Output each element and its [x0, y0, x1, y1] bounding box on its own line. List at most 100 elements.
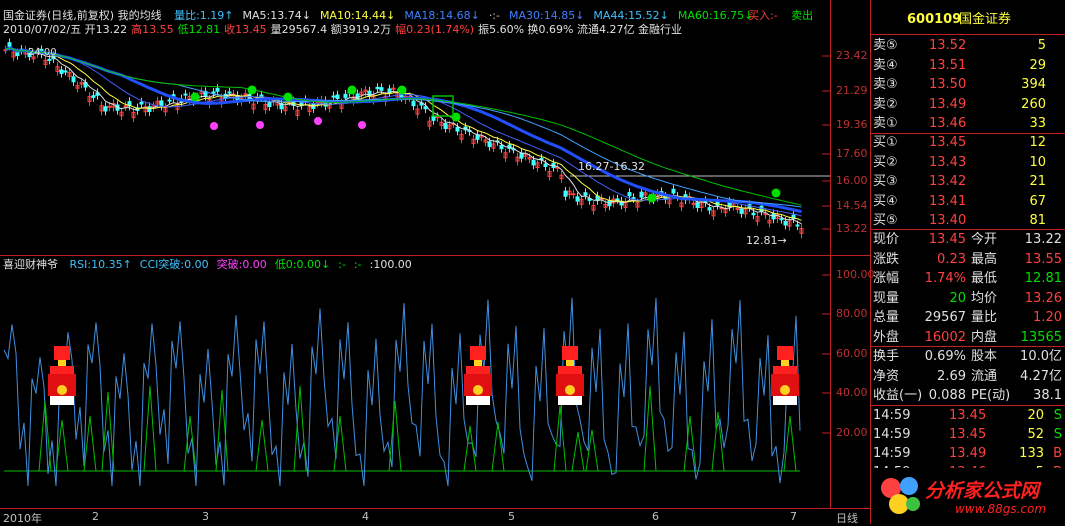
fund-label: 收益(一) [873, 388, 923, 403]
stat-row: 现价 13.45 今开 13.22 [871, 230, 1065, 249]
book-label: 卖② [873, 96, 898, 112]
fund-row: 净资 2.69 流通 4.27亿 [871, 367, 1065, 386]
stat-label: 今开 [971, 232, 998, 247]
book-volume: 81 [1029, 213, 1046, 228]
signal-dot [283, 92, 293, 102]
stat-value: 1.20 [1033, 310, 1062, 325]
candle-body [615, 198, 620, 201]
book-volume: 33 [1029, 116, 1046, 131]
stock-name: 国金证券 [959, 12, 1012, 27]
book-volume: 67 [1029, 193, 1046, 209]
candle-body [379, 87, 384, 91]
indicator-tick-label: 100.00 [836, 268, 875, 281]
signal-dot [247, 85, 257, 95]
stat-label: 涨跌 [873, 251, 900, 267]
stat-label: 均价 [971, 290, 998, 306]
signal-dot [358, 121, 366, 129]
candle-body [455, 126, 460, 132]
book-label: 买③ [873, 174, 898, 189]
stat-value: 13.55 [1024, 251, 1062, 267]
stat-label: 涨幅 [873, 271, 900, 286]
tick-volume: 20 [1027, 408, 1044, 423]
indicator-tick-label: 80.00 [836, 307, 868, 320]
stat-value: 12.81 [1024, 271, 1062, 286]
book-price: 13.52 [929, 38, 967, 53]
low-marker: 12.81→ [746, 234, 787, 247]
signal-dot [647, 193, 657, 203]
fortune-god-icon [48, 346, 76, 405]
buy-row: 买① 13.45 12 [871, 133, 1065, 152]
stat-label: 现价 [873, 232, 900, 247]
price-axis: 23.42 21.29 19.36 17.60 16.00 14.54 13.22 [830, 0, 870, 254]
signal-dot [314, 117, 322, 125]
rsi-line [3, 297, 801, 487]
candle-body [443, 122, 448, 129]
candle-body [571, 193, 576, 196]
tick-side: S [1053, 427, 1062, 442]
book-label: 买② [873, 154, 898, 170]
candle-body [7, 42, 12, 47]
fund-value: 0.088 [928, 388, 966, 403]
stat-value: 1.74% [924, 271, 966, 286]
stat-value: 13.26 [1024, 290, 1062, 306]
book-label: 买① [873, 135, 898, 150]
candle-body [215, 87, 220, 92]
candle-body [343, 93, 348, 99]
watermark: 分析家公式网 www.88gs.com [871, 468, 1065, 524]
price-tick-label: 19.36 [836, 118, 868, 131]
fund-row: 收益(一) 0.088 PE(动) 38.1 [871, 386, 1065, 405]
time-tick-label: 6 [652, 510, 659, 523]
fund-row: 换手 0.69% 股本 10.0亿 [871, 347, 1065, 366]
indicator-tick-label: 40.00 [836, 386, 868, 399]
book-price: 13.40 [929, 213, 967, 228]
price-panel[interactable]: 24.00 16.27-16.32 12.81→ [0, 0, 830, 254]
book-price: 13.49 [929, 96, 967, 112]
signal-spike [255, 419, 269, 472]
book-volume: 10 [1029, 154, 1046, 170]
candle-body [159, 100, 164, 107]
stat-label: 总量 [873, 310, 900, 325]
fund-value: 2.69 [937, 368, 966, 384]
sell-row: 卖④ 13.51 29 [871, 56, 1065, 75]
tick-row: 14:59 13.45 20 S [871, 406, 1065, 425]
candle-body [375, 86, 380, 90]
fund-label: 换手 [873, 349, 900, 364]
stat-label: 现量 [873, 290, 900, 306]
book-label: 卖① [873, 116, 898, 131]
candle-body [751, 212, 756, 216]
indicator-panel[interactable] [0, 256, 830, 508]
book-price: 13.51 [929, 57, 967, 73]
signal-spike [571, 431, 585, 472]
tick-volume: 52 [1027, 427, 1044, 442]
candle-body [735, 207, 740, 210]
indicator-tick-label: 60.00 [836, 347, 868, 360]
candle-body [707, 207, 712, 211]
quote-title: 600109 国金证券 [871, 10, 1065, 29]
candle-body [139, 101, 144, 105]
tick-side: S [1053, 408, 1062, 423]
candle-body [71, 76, 76, 83]
buy-row: 买③ 13.42 21 [871, 172, 1065, 191]
chart-area[interactable]: 国金证券(日线,前复权) 我的均线 量比:1.19↑ MA5:13.74↓ MA10… [0, 0, 875, 525]
logo-icon [879, 474, 923, 518]
book-price: 13.45 [929, 135, 967, 150]
tick-price: 13.49 [949, 446, 987, 461]
watermark-url: www.88gs.com [955, 502, 1047, 516]
stat-row: 涨跌 0.23 最高 13.55 [871, 250, 1065, 269]
candle-body [123, 105, 128, 108]
stat-value: 29567 [924, 310, 966, 325]
fund-label: 净资 [873, 368, 900, 384]
candle-body [639, 191, 644, 198]
price-tick-label: 17.60 [836, 147, 868, 160]
book-label: 买⑤ [873, 213, 898, 228]
candle-body [391, 87, 396, 90]
stock-code: 600109 [907, 12, 962, 27]
book-price: 13.46 [929, 116, 967, 131]
stat-value: 16002 [924, 329, 966, 345]
signal-dot [771, 188, 781, 198]
candle-body [15, 52, 20, 57]
candle-body [583, 192, 588, 196]
stat-label: 量比 [971, 310, 998, 325]
fund-value: 38.1 [1033, 388, 1062, 403]
signal-dot [347, 85, 357, 95]
